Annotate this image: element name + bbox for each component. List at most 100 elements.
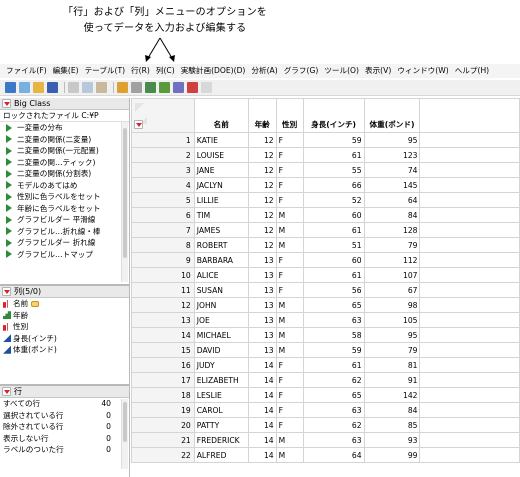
cell-sex[interactable]: M xyxy=(275,432,304,448)
row-number[interactable]: 11 xyxy=(131,282,195,298)
cell-height[interactable]: 60 xyxy=(302,207,365,223)
table-script-item[interactable]: 二変量の関係(一元配置) xyxy=(0,145,120,157)
cell-weight[interactable]: 64 xyxy=(363,192,421,208)
cell-height[interactable]: 52 xyxy=(302,192,365,208)
cell-sex[interactable]: M xyxy=(275,312,304,328)
table-row[interactable]: 11 SUSAN 13 F 56 67 xyxy=(131,282,520,298)
cell-weight[interactable]: 105 xyxy=(363,312,421,328)
table-script-item[interactable]: モデルのあてはめ xyxy=(0,180,120,192)
cell-sex[interactable]: M xyxy=(275,237,304,253)
fit-y-by-x-icon[interactable] xyxy=(173,82,184,93)
cell-name[interactable]: TIM xyxy=(193,207,249,223)
cell-name[interactable]: SUSAN xyxy=(193,282,249,298)
cell-weight[interactable]: 84 xyxy=(363,207,421,223)
cell-age[interactable]: 12 xyxy=(247,222,277,238)
row-number[interactable]: 9 xyxy=(131,252,195,268)
row-number[interactable]: 3 xyxy=(131,162,195,178)
cell-name[interactable]: JAMES xyxy=(193,222,249,238)
table-script-item[interactable]: 二変量の関係(分割表) xyxy=(0,168,120,180)
table-panel-scrollbar[interactable] xyxy=(121,122,128,282)
cell-age[interactable]: 12 xyxy=(247,132,277,148)
cell-height[interactable]: 56 xyxy=(302,282,365,298)
cell-sex[interactable]: F xyxy=(275,357,304,373)
cell-age[interactable]: 13 xyxy=(247,312,277,328)
grid-red-triangle-icon[interactable] xyxy=(134,120,143,129)
cell-sex[interactable]: M xyxy=(275,447,304,463)
cell-sex[interactable]: F xyxy=(275,417,304,433)
table-script-item[interactable]: グラフビル…トマップ xyxy=(0,249,120,261)
new-script-icon[interactable] xyxy=(19,82,30,93)
cell-age[interactable]: 14 xyxy=(247,432,277,448)
cell-age[interactable]: 14 xyxy=(247,372,277,388)
cell-age[interactable]: 12 xyxy=(247,207,277,223)
table-script-item[interactable]: 一変量の分布 xyxy=(0,122,120,134)
row-number[interactable]: 16 xyxy=(131,357,195,373)
row-number[interactable]: 12 xyxy=(131,297,195,313)
cell-height[interactable]: 65 xyxy=(302,387,365,403)
cell-weight[interactable]: 95 xyxy=(363,327,421,343)
menu-cols[interactable]: 列(C) xyxy=(156,64,175,78)
cell-name[interactable]: FREDERICK xyxy=(193,432,249,448)
table-row[interactable]: 14 MICHAEL 13 M 58 95 xyxy=(131,327,520,343)
cell-weight[interactable]: 112 xyxy=(363,252,421,268)
wand-icon[interactable] xyxy=(201,82,212,93)
cell-weight[interactable]: 84 xyxy=(363,402,421,418)
table-row[interactable]: 17 ELIZABETH 14 F 62 91 xyxy=(131,372,520,388)
cell-weight[interactable]: 79 xyxy=(363,237,421,253)
cell-weight[interactable]: 81 xyxy=(363,357,421,373)
column-item[interactable]: 年齢 xyxy=(0,310,129,322)
cell-age[interactable]: 13 xyxy=(247,327,277,343)
cell-age[interactable]: 12 xyxy=(247,177,277,193)
cell-name[interactable]: ALICE xyxy=(193,267,249,283)
cell-sex[interactable]: F xyxy=(275,387,304,403)
paste-icon[interactable] xyxy=(96,82,107,93)
cell-name[interactable]: PATTY xyxy=(193,417,249,433)
open-folder-icon[interactable] xyxy=(33,82,44,93)
cell-name[interactable]: JUDY xyxy=(193,357,249,373)
cell-age[interactable]: 13 xyxy=(247,267,277,283)
cell-sex[interactable]: M xyxy=(275,327,304,343)
scroll-thumb[interactable] xyxy=(123,128,127,258)
cell-weight[interactable]: 93 xyxy=(363,432,421,448)
cell-name[interactable]: ALFRED xyxy=(193,447,249,463)
formula-icon[interactable] xyxy=(145,82,156,93)
table-row[interactable]: 20 PATTY 14 F 62 85 xyxy=(131,417,520,433)
table-row[interactable]: 5 LILLIE 12 F 52 64 xyxy=(131,192,520,208)
cell-name[interactable]: JOE xyxy=(193,312,249,328)
cell-age[interactable]: 13 xyxy=(247,297,277,313)
row-number[interactable]: 21 xyxy=(131,432,195,448)
table-row[interactable]: 21 FREDERICK 14 M 63 93 xyxy=(131,432,520,448)
table-row[interactable]: 2 LOUISE 12 F 61 123 xyxy=(131,147,520,163)
row-number[interactable]: 19 xyxy=(131,402,195,418)
cell-height[interactable]: 61 xyxy=(302,267,365,283)
cell-weight[interactable]: 85 xyxy=(363,417,421,433)
row-number[interactable]: 2 xyxy=(131,147,195,163)
menu-tools[interactable]: ツール(O) xyxy=(324,64,359,78)
columns-red-triangle-icon[interactable] xyxy=(2,287,11,296)
column-item[interactable]: 名前 xyxy=(0,298,129,310)
cell-sex[interactable]: F xyxy=(275,162,304,178)
row-header-corner[interactable] xyxy=(131,98,195,133)
table-script-item[interactable]: 性別に色ラベルをセット xyxy=(0,191,120,203)
cell-sex[interactable]: M xyxy=(275,297,304,313)
menu-edit[interactable]: 編集(E) xyxy=(53,64,79,78)
cell-sex[interactable]: F xyxy=(275,132,304,148)
menu-rows[interactable]: 行(R) xyxy=(131,64,150,78)
table-row[interactable]: 8 ROBERT 12 M 51 79 xyxy=(131,237,520,253)
menu-view[interactable]: 表示(V) xyxy=(365,64,391,78)
cell-name[interactable]: ELIZABETH xyxy=(193,372,249,388)
row-number[interactable]: 13 xyxy=(131,312,195,328)
row-number[interactable]: 4 xyxy=(131,177,195,193)
column-item[interactable]: 身長(インチ) xyxy=(0,333,129,345)
copy-icon[interactable] xyxy=(82,82,93,93)
cell-sex[interactable]: F xyxy=(275,192,304,208)
cell-height[interactable]: 55 xyxy=(302,162,365,178)
row-number[interactable]: 14 xyxy=(131,327,195,343)
column-header[interactable]: 名前 xyxy=(193,98,249,133)
cell-name[interactable]: KATIE xyxy=(193,132,249,148)
cell-age[interactable]: 12 xyxy=(247,237,277,253)
table-script-item[interactable]: 年齢に色ラベルをセット xyxy=(0,203,120,215)
table-row[interactable]: 13 JOE 13 M 63 105 xyxy=(131,312,520,328)
cell-weight[interactable]: 67 xyxy=(363,282,421,298)
row-number[interactable]: 20 xyxy=(131,417,195,433)
